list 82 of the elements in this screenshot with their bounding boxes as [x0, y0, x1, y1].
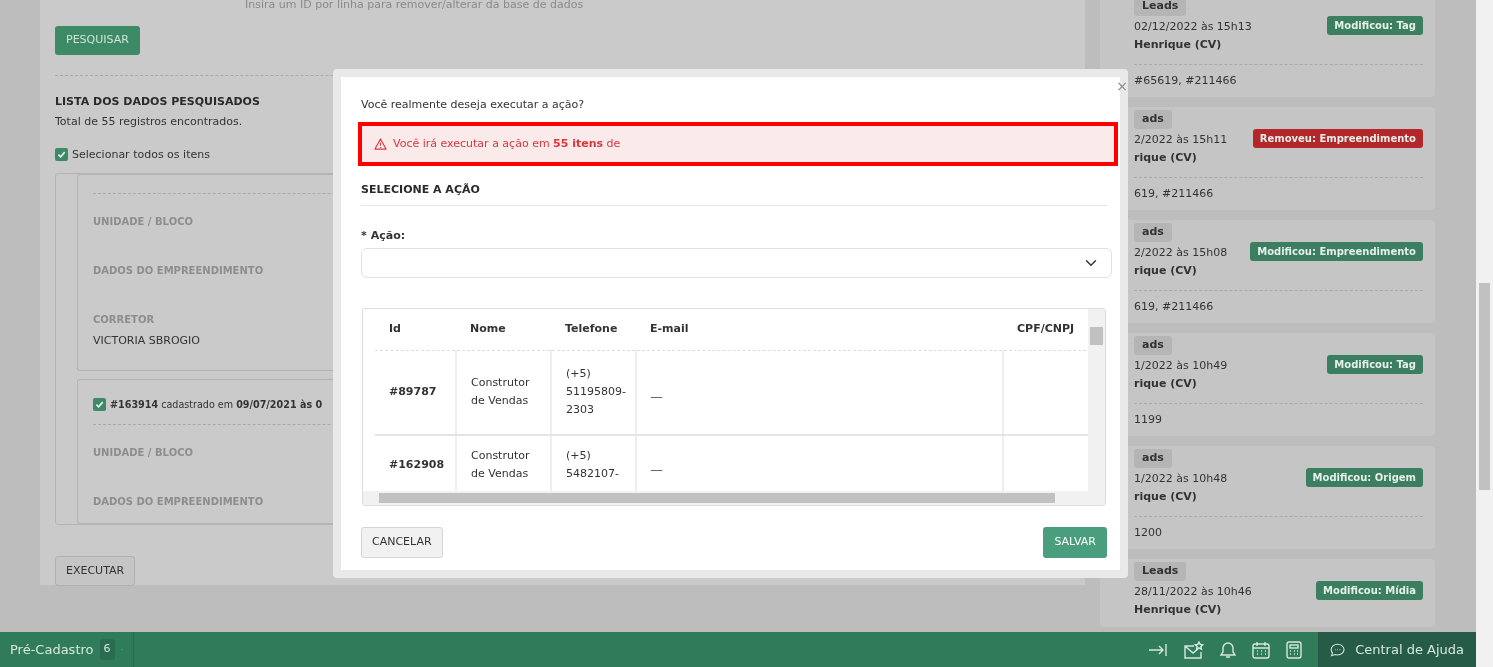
table-cell-text: Construtor de Vendas: [471, 447, 531, 482]
cancel-button[interactable]: CANCELAR: [361, 527, 443, 558]
record-title: #163914 cadastrado em 09/07/2021 às 0: [110, 397, 323, 412]
history-author: rique (CV): [1134, 489, 1198, 505]
change-label: Modificou: Mídia: [1316, 580, 1423, 600]
history-date: 28/11/2022 às 10h46: [1134, 583, 1252, 600]
field-label: CORRETOR: [93, 313, 155, 327]
history-date: 02/12/2022 às 15h13: [1134, 18, 1252, 35]
change-label: Modificou: Tag: [1327, 15, 1423, 35]
table-cell-text: (+5) 5482107-: [566, 447, 620, 482]
search-button[interactable]: PESQUISAR: [55, 26, 140, 55]
page-scrollbar[interactable]: [1476, 0, 1493, 632]
table-cell-text: Construtor de Vendas: [471, 375, 531, 410]
tag: ads: [1134, 110, 1172, 129]
calculator-icon[interactable]: [1286, 640, 1302, 659]
tag: ads: [1134, 449, 1172, 468]
checkbox-label: Selecionar todos os itens: [72, 146, 210, 163]
table-cell-text: (+5) 51195809-2303: [566, 366, 626, 419]
tag: ads: [1134, 223, 1172, 242]
history-author: rique (CV): [1134, 376, 1198, 392]
tag: Leads: [1134, 562, 1187, 581]
history-author: rique (CV): [1134, 150, 1198, 166]
field-label: UNIDADE / BLOCO: [93, 445, 193, 460]
tag: Leads: [1134, 0, 1187, 16]
calendar-icon[interactable]: [1252, 640, 1270, 659]
table-cell: __: [651, 457, 662, 471]
execute-button[interactable]: EXECUTAR: [55, 555, 136, 587]
lead-ids: 1199: [1134, 411, 1163, 428]
section-title: SELECIONE A AÇÃO: [361, 166, 1107, 206]
table-cell: #89787: [389, 385, 437, 399]
field-label: Ação:: [370, 227, 406, 244]
history-date: 2/2022 às 15h08: [1134, 244, 1228, 261]
change-label: Modificou: Tag: [1327, 354, 1423, 374]
module-name: Pré-Cadastro: [10, 640, 94, 659]
help-center-button[interactable]: Central de Ajuda: [1318, 632, 1476, 667]
table-scrollbar[interactable]: [1088, 309, 1105, 491]
scrollbar-thumb[interactable]: [1479, 283, 1490, 490]
field-label: UNIDADE / BLOCO: [93, 215, 193, 229]
history-date: 2/2022 às 15h11: [1134, 131, 1228, 148]
lead-ids: 1200: [1134, 524, 1163, 541]
bell-icon[interactable]: [1220, 640, 1236, 659]
history-author: rique (CV): [1134, 263, 1198, 279]
collapse-icon[interactable]: [1148, 642, 1168, 657]
change-label: Modificou: Empreendimento: [1250, 241, 1423, 261]
scrollbar-thumb[interactable]: [379, 493, 1055, 503]
confirm-question: Você realmente deseja executar a ação?: [361, 97, 585, 113]
table-cell: __: [651, 385, 662, 399]
required-mark: *: [361, 227, 367, 244]
count-badge: 6: [99, 639, 115, 660]
change-label: Modificou: Origem: [1305, 467, 1423, 487]
history-author: Henrique (CV): [1134, 37, 1223, 53]
checkbox[interactable]: [55, 148, 68, 162]
field-value: VICTORIA SBROGIO: [93, 333, 200, 349]
history-date: 1/2022 às 10h48: [1134, 470, 1228, 487]
history-author: Henrique (CV): [1134, 602, 1223, 618]
section-title: LISTA DOS DADOS PESQUISADOS: [55, 93, 260, 110]
lead-ids: 619, #211466: [1134, 185, 1215, 202]
scrollbar-thumb[interactable]: [1090, 327, 1103, 345]
tag: ads: [1134, 336, 1172, 355]
column-header: Telefone: [551, 309, 636, 350]
warning-text: Você irá executar a ação em 55 itens de: [393, 135, 621, 152]
column-header: Id: [375, 309, 456, 350]
column-header: Nome: [456, 309, 551, 350]
checkbox[interactable]: [93, 398, 106, 412]
action-select[interactable]: [361, 248, 1112, 278]
table-scrollbar[interactable]: [363, 491, 1105, 505]
save-button[interactable]: SALVAR: [1043, 527, 1107, 558]
lead-ids: 619, #211466: [1134, 298, 1215, 315]
envelope-star-icon[interactable]: [1184, 640, 1204, 659]
results-count: Total de 55 registros encontrados.: [55, 114, 243, 130]
field-label: DADOS DO EMPREENDIMENTO: [93, 264, 264, 278]
column-header: E-mail: [636, 309, 1003, 350]
close-button[interactable]: ×: [1116, 79, 1128, 93]
lead-ids: #65619, #211466: [1134, 72, 1238, 89]
table-cell: #162908: [389, 457, 445, 471]
module-menu[interactable]: Pré-Cadastro 6: [0, 632, 134, 667]
field-hint: Insira um ID por linha para remover/alterar da base de dados: [244, 0, 585, 13]
page-scrollbar[interactable]: [1476, 632, 1493, 667]
warning-icon: [374, 137, 387, 150]
field-label: DADOS DO EMPREENDIMENTO: [93, 494, 264, 509]
history-date: 1/2022 às 10h49: [1134, 357, 1228, 374]
change-label: Removeu: Empreendimento: [1252, 128, 1423, 148]
